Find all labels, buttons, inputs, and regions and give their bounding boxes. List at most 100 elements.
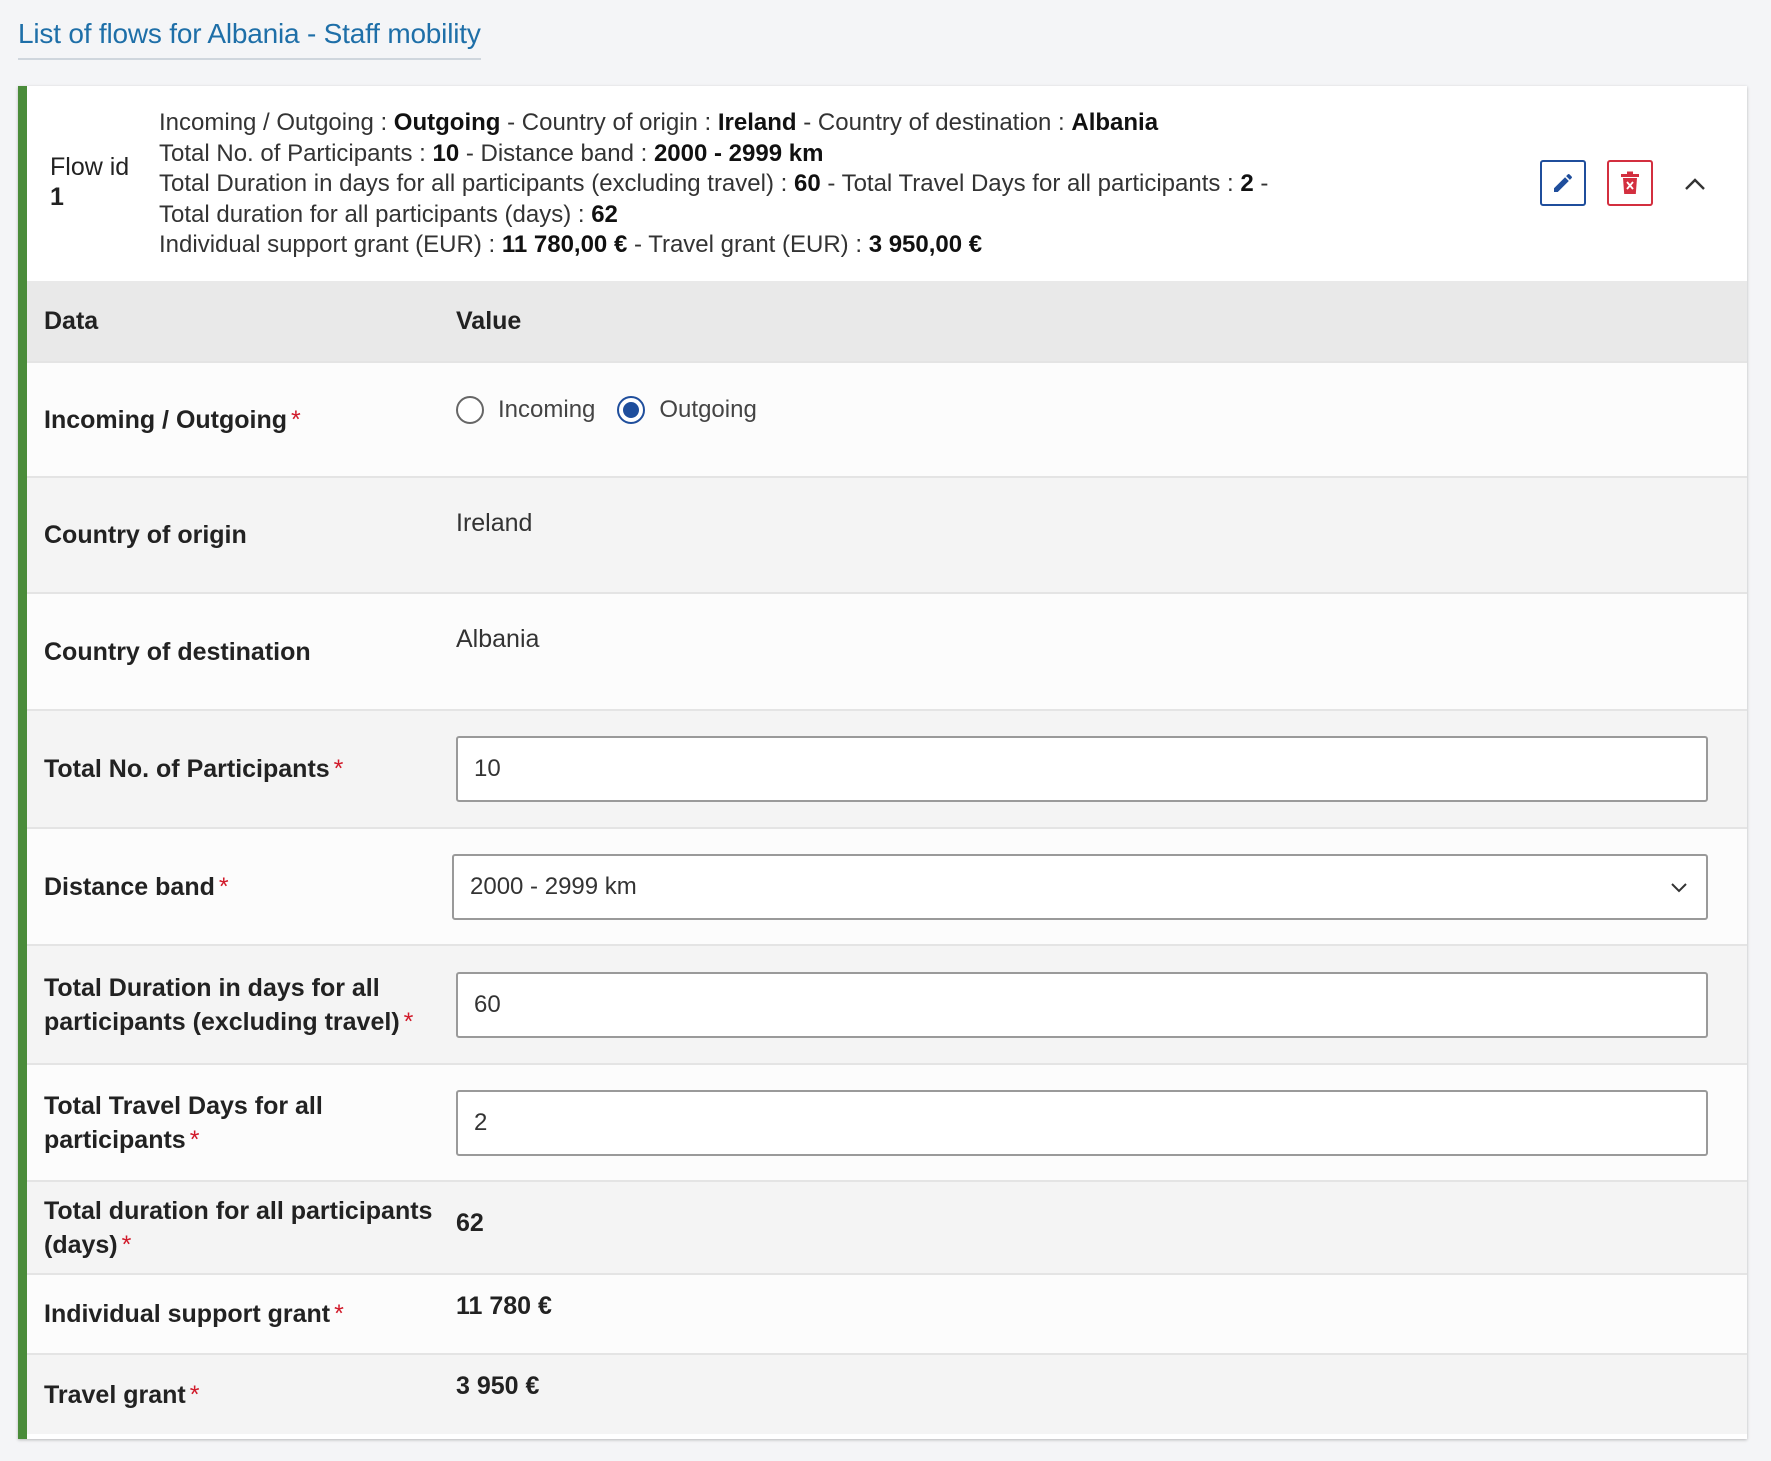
summary-value: Outgoing — [393, 109, 501, 136]
summary-label: Total No. of Participants : — [159, 139, 433, 167]
pencil-icon — [1554, 173, 1573, 192]
row-value-cell: Ireland — [456, 476, 1747, 593]
flow-id: Flow id 1 — [50, 152, 129, 212]
row-label-cell: Country of origin — [27, 476, 456, 593]
flow-id-label: Flow id — [50, 153, 130, 181]
table-row: Total No. of Participants * 10 — [27, 709, 1747, 828]
summary-value: 62 — [591, 200, 618, 228]
required-marker: * — [218, 872, 229, 901]
summary-line-1: Incoming / Outgoing : Outgoing - Country… — [159, 108, 1268, 139]
row-value-cell: 2 — [456, 1063, 1747, 1181]
summary-label: Individual support grant (EUR) : — [159, 231, 502, 258]
travel-grant-value: 3 950 € — [456, 1372, 540, 1400]
summary-value: Ireland — [717, 109, 797, 136]
summary-label: - Country of destination : — [796, 109, 1072, 136]
support-grant-label: Individual support grant * — [44, 1300, 344, 1328]
row-label-cell: Travel grant * — [27, 1353, 456, 1434]
row-label-cell: Total Duration in days for all participan… — [27, 944, 456, 1064]
label-text: participants — [44, 1125, 186, 1154]
label-text: Total No. of Participants — [44, 755, 330, 783]
label-text: Total Duration in days for all — [44, 973, 380, 1002]
origin-value: Ireland — [456, 508, 533, 537]
table-row: Travel grant * 3 950 € — [27, 1353, 1747, 1434]
incoming-radio[interactable] — [456, 395, 484, 424]
summary-line-4: Total duration for all participants (day… — [159, 200, 1268, 231]
delete-button[interactable] — [1607, 160, 1653, 206]
summary-value: Albania — [1071, 109, 1159, 136]
distance-select[interactable]: 2000 - 2999 km — [452, 853, 1708, 920]
duration-input[interactable]: 60 — [456, 971, 1708, 1038]
row-value-cell: 10 — [456, 709, 1747, 828]
travel-days-label: Total Travel Days for all participants * — [44, 1092, 323, 1154]
summary-value: 10 — [432, 139, 460, 167]
total-duration-value: 62 — [456, 1209, 484, 1237]
collapse-button[interactable] — [1677, 166, 1713, 202]
destination-label: Country of destination — [44, 637, 311, 666]
summary-line-2: Total No. of Participants : 10 - Distanc… — [159, 139, 1268, 170]
required-marker: * — [333, 755, 344, 783]
flow-header[interactable]: Flow id 1 Incoming / Outgoing : Outgoing… — [27, 86, 1747, 281]
summary-label: - Distance band : — [459, 139, 654, 167]
label-text: Total duration for all participants — [44, 1196, 433, 1225]
table-row: Incoming / Outgoing * Incoming Outgoing — [27, 361, 1747, 477]
flow-summary: Incoming / Outgoing : Outgoing - Country… — [159, 108, 1268, 261]
required-marker: * — [334, 1300, 344, 1328]
label-text: (days) — [44, 1230, 118, 1259]
row-value-cell: 3 950 € — [456, 1353, 1747, 1434]
chevron-down-icon — [1671, 882, 1687, 892]
outgoing-radio[interactable] — [617, 395, 646, 424]
incoming-radio-label[interactable]: Incoming — [498, 396, 595, 424]
direction-label: Incoming / Outgoing * — [44, 406, 301, 434]
trash-icon — [1621, 171, 1639, 194]
participants-input[interactable]: 10 — [456, 736, 1708, 802]
summary-label: - — [1253, 170, 1269, 197]
total-duration-label: Total duration for all participants (days… — [44, 1197, 432, 1259]
label-text: Distance band — [44, 872, 215, 901]
label-text: participants (excluding travel) — [44, 1007, 400, 1036]
row-value-cell: 11 780 € — [456, 1273, 1747, 1354]
flow-data-table: Data Value Incoming / Outgoing * Incoming… — [27, 281, 1747, 1434]
edit-button[interactable] — [1540, 160, 1586, 206]
row-value-cell: Albania — [456, 592, 1747, 710]
support-grant-value: 11 780 € — [456, 1291, 552, 1320]
distance-selected-value: 2000 - 2999 km — [470, 872, 637, 900]
travel-days-input[interactable]: 2 — [456, 1089, 1708, 1156]
direction-radio-group: Incoming Outgoing — [456, 395, 1747, 424]
table-row: Total Travel Days for all participants * 2 — [27, 1063, 1747, 1181]
outgoing-radio-label[interactable]: Outgoing — [659, 396, 756, 424]
required-marker: * — [189, 1380, 200, 1409]
summary-label: Incoming / Outgoing : — [159, 109, 394, 136]
destination-value: Albania — [456, 625, 540, 653]
table-row: Individual support grant * 11 780 € — [27, 1273, 1747, 1354]
label-text: Individual support grant — [44, 1300, 331, 1328]
origin-label: Country of origin — [44, 521, 247, 549]
distance-label: Distance band * — [44, 873, 229, 901]
summary-line-5: Individual support grant (EUR) : 11 780,… — [159, 230, 1268, 261]
flow-id-value: 1 — [50, 183, 64, 211]
table-row: Total Duration in days for all participan… — [27, 944, 1747, 1064]
row-value-cell: 60 — [456, 944, 1747, 1064]
row-value-cell: 2000 - 2999 km — [452, 827, 1747, 945]
travel-grant-label: Travel grant * — [44, 1381, 199, 1409]
summary-value: 60 — [793, 170, 821, 197]
row-label-cell: Total No. of Participants * — [27, 709, 456, 828]
summary-label: Total Duration in days for all participa… — [159, 170, 794, 197]
row-label-cell: Total Travel Days for all participants * — [27, 1063, 456, 1181]
required-marker: * — [291, 405, 301, 434]
label-text: Incoming / Outgoing — [44, 405, 288, 434]
label-text: Total Travel Days for all — [44, 1091, 323, 1120]
summary-value: 3 950,00 € — [868, 231, 983, 258]
row-label-cell: Incoming / Outgoing * — [27, 361, 456, 477]
table-header-row: Data Value — [27, 281, 1747, 362]
table-row: Distance band * 2000 - 2999 km — [27, 827, 1747, 945]
row-value-cell: 62 — [456, 1180, 1747, 1274]
summary-value: 2 — [1240, 170, 1254, 197]
table-row: Country of origin Ireland — [27, 476, 1747, 593]
summary-label: - Travel grant (EUR) : — [627, 231, 869, 258]
summary-label: - Total Travel Days for all participants… — [820, 170, 1241, 197]
summary-label: - Country of origin : — [500, 109, 718, 136]
flow-card: Flow id 1 Incoming / Outgoing : Outgoing… — [18, 86, 1747, 1439]
participants-label: Total No. of Participants * — [44, 755, 343, 783]
summary-value: 11 780,00 € — [501, 231, 628, 258]
required-marker: * — [121, 1230, 132, 1259]
